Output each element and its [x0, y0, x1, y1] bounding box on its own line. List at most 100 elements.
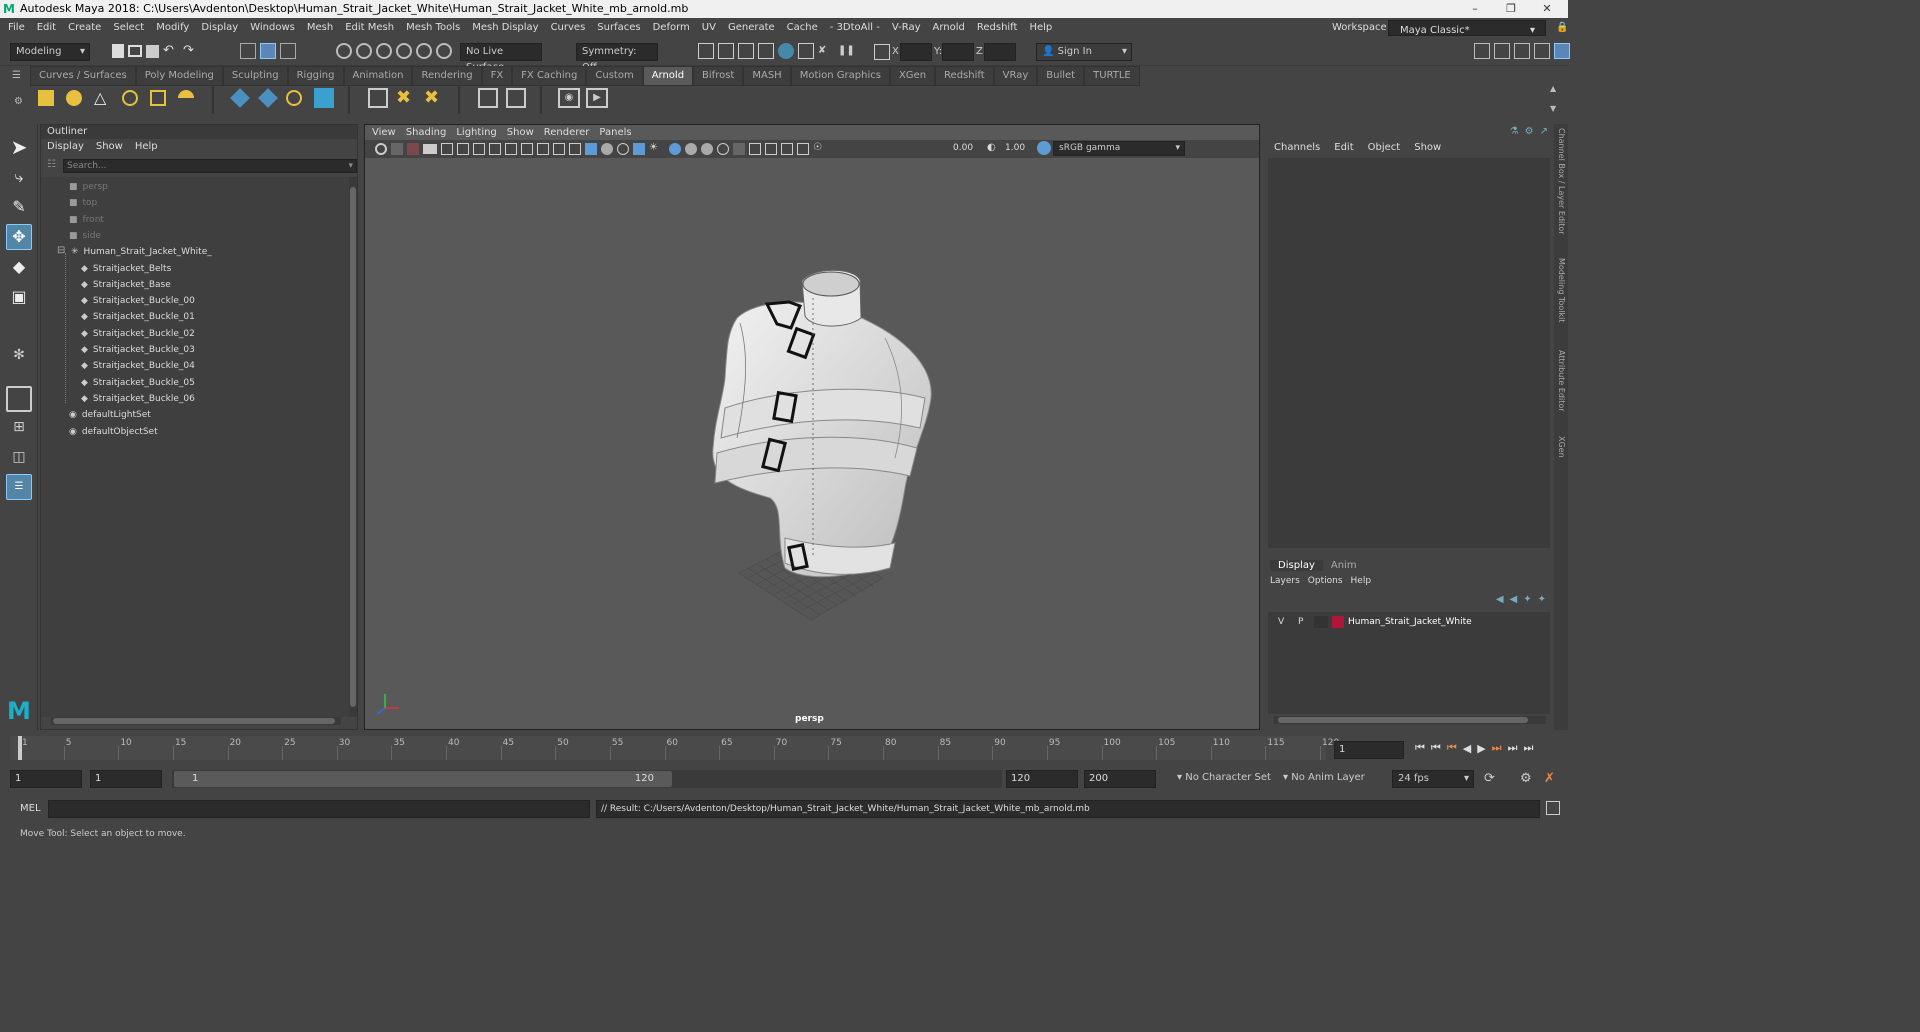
snap-live-icon[interactable]	[436, 43, 452, 59]
image-plane-icon[interactable]	[423, 144, 437, 154]
render-current-icon[interactable]	[718, 43, 734, 59]
menu-redshift[interactable]: Redshift	[971, 18, 1024, 38]
side-tab-attribute-editor[interactable]: Attribute Editor	[1554, 350, 1568, 412]
time-slider[interactable]: 1 5 10 15 20 25 30 35 40 45 50 55 60 65 70 75 80 85 90 95 10…	[0, 734, 1568, 764]
play-backward-icon[interactable]: ◀	[1463, 742, 1471, 755]
colorspace-dropdown[interactable]: sRGB gamma ▾	[1053, 141, 1185, 156]
shelf-tab-animation[interactable]: Animation	[343, 66, 413, 86]
outliner-vscroll-thumb[interactable]	[350, 187, 356, 707]
arnold-ipr-icon[interactable]: ✘	[818, 43, 834, 59]
last-tool-icon[interactable]: ✻	[6, 342, 32, 368]
menu-create[interactable]: Create	[62, 18, 107, 38]
script-editor-icon[interactable]	[1546, 801, 1560, 815]
shelf-tab-fx[interactable]: FX	[481, 66, 513, 86]
lasso-tool-icon[interactable]: ⤷	[6, 164, 32, 190]
layer-tab-anim[interactable]: Anim	[1323, 560, 1365, 571]
transform-toggle-icon[interactable]	[874, 44, 890, 60]
outliner-menu-help[interactable]: Help	[129, 139, 164, 155]
eye-icon[interactable]: ◉	[558, 88, 580, 108]
outliner-search-input[interactable]: Search... ▾	[63, 159, 357, 173]
snap-curve-icon[interactable]	[356, 43, 372, 59]
viewport-menu-panels[interactable]: Panels	[594, 125, 636, 140]
select-hierarchy-icon[interactable]	[240, 43, 256, 59]
flush-textures-icon[interactable]	[314, 88, 334, 108]
outliner-item[interactable]: ◆ Straitjacket_Buckle_05	[81, 375, 195, 391]
viewport-menu-shading[interactable]: Shading	[401, 125, 452, 140]
skydome-light-icon[interactable]	[122, 90, 138, 106]
channel-expand-icon[interactable]: ↗	[1540, 126, 1548, 137]
layer-hscroll-thumb[interactable]	[1278, 717, 1528, 723]
outliner-item[interactable]: ■ top	[69, 195, 97, 211]
maximize-button[interactable]: ❐	[1494, 0, 1528, 18]
timeline-track[interactable]: 1 5 10 15 20 25 30 35 40 45 50 55 60 65 70 75 80 85 90 95 10…	[10, 736, 1339, 760]
area-light-icon[interactable]	[38, 90, 54, 106]
viewport-panel[interactable]: View Shading Lighting Show Renderer Panels ☀	[364, 124, 1260, 730]
preferences-icon[interactable]: ✗	[1544, 771, 1555, 786]
menu-select[interactable]: Select	[107, 18, 150, 38]
menu-display[interactable]: Display	[195, 18, 244, 38]
shelf-settings-icon[interactable]: ⚙	[14, 96, 23, 107]
outliner-item[interactable]: ◉ defaultObjectSet	[69, 424, 158, 440]
shelf-tab-turtle[interactable]: TURTLE	[1084, 66, 1140, 86]
fps-dropdown[interactable]: 24 fps ▾	[1392, 770, 1474, 788]
redo-icon[interactable]: ↷	[183, 43, 199, 59]
menu-file[interactable]: File	[2, 18, 31, 38]
layer-name[interactable]: Human_Strait_Jacket_White	[1348, 617, 1472, 627]
pause-icon[interactable]: ❚❚	[838, 43, 855, 59]
xray-active-icon[interactable]	[781, 143, 793, 155]
exposure-field[interactable]: 0.00	[953, 143, 973, 153]
arnold-render-icon[interactable]	[798, 43, 814, 59]
two-layout-icon[interactable]: ◫	[6, 444, 32, 470]
channel-menu-object[interactable]: Object	[1364, 142, 1411, 153]
wireframe-icon[interactable]	[569, 143, 581, 155]
menu-mesh[interactable]: Mesh	[301, 18, 339, 38]
outliner-item[interactable]: ◆ Straitjacket_Belts	[81, 261, 171, 277]
move-tool-icon[interactable]: ✥	[6, 224, 32, 250]
scene-end-field[interactable]: 200	[1084, 770, 1156, 788]
undo-icon[interactable]: ↶	[163, 43, 179, 59]
new-layer-selected-icon[interactable]: ✦	[1538, 594, 1546, 605]
shelf-tab-xgen[interactable]: XGen	[889, 66, 936, 86]
outliner-item[interactable]: ◆ Straitjacket_Base	[81, 277, 171, 293]
layer-menu-help[interactable]: Help	[1351, 576, 1380, 586]
scroll-down-icon[interactable]: ▼	[1550, 104, 1556, 113]
outliner-item[interactable]: ◆ Straitjacket_Buckle_00	[81, 293, 195, 309]
camera-attributes-icon[interactable]	[391, 143, 403, 155]
side-tab-channel-box-layer-editor[interactable]: Channel Box / Layer Editor	[1554, 128, 1568, 235]
layer-row[interactable]: V P Human_Strait_Jacket_White	[1268, 614, 1550, 630]
physical-sky-icon[interactable]	[178, 90, 194, 106]
exposure-icon[interactable]: ☉	[813, 141, 829, 157]
menu-arnold[interactable]: Arnold	[927, 18, 971, 38]
menu-mesh-display[interactable]: Mesh Display	[466, 18, 544, 38]
auto-key-icon[interactable]: ⚙	[1520, 771, 1532, 786]
shelf-menu-icon[interactable]: ☰	[12, 70, 21, 81]
shelf-tab-vray[interactable]: VRay	[993, 66, 1038, 86]
menu-surfaces[interactable]: Surfaces	[591, 18, 646, 38]
resolution-gate-icon[interactable]	[505, 143, 517, 155]
outliner-item[interactable]: ■ front	[69, 212, 104, 228]
screen-space-ao-icon[interactable]	[685, 143, 697, 155]
snap-view-icon[interactable]	[396, 43, 412, 59]
layer-move-down-icon[interactable]: ◀	[1510, 594, 1518, 605]
xray-icon[interactable]	[765, 143, 777, 155]
layer-hscrollbar[interactable]	[1274, 716, 1546, 724]
menu-set-dropdown[interactable]: Modeling ▾	[10, 43, 90, 61]
hypershade-icon[interactable]	[478, 88, 498, 108]
menu-curves[interactable]: Curves	[545, 18, 592, 38]
scene-view[interactable]	[365, 158, 1259, 729]
playback-start-field[interactable]: 1	[90, 770, 162, 788]
menu-windows[interactable]: Windows	[244, 18, 301, 38]
menu-edit[interactable]: Edit	[31, 18, 62, 38]
paint-select-icon[interactable]: ✎	[6, 194, 32, 220]
sign-in-button[interactable]: 👤 Sign In ▾	[1036, 43, 1132, 61]
viewport-menu-view[interactable]: View	[367, 125, 401, 140]
aov-icon[interactable]	[506, 88, 526, 108]
shelf-tab-rendering[interactable]: Rendering	[412, 66, 482, 86]
outliner-item[interactable]: ◉ defaultLightSet	[69, 407, 151, 423]
character-set-dropdown[interactable]: ▾ No Character Set	[1172, 770, 1276, 788]
shelf-tab-redshift[interactable]: Redshift	[935, 66, 994, 86]
outliner-item[interactable]: ✳ Human_Strait_Jacket_White_	[71, 244, 212, 260]
gate-mask-icon[interactable]	[521, 143, 533, 155]
material-icon[interactable]: ✖	[424, 88, 444, 108]
command-input[interactable]	[48, 800, 590, 818]
